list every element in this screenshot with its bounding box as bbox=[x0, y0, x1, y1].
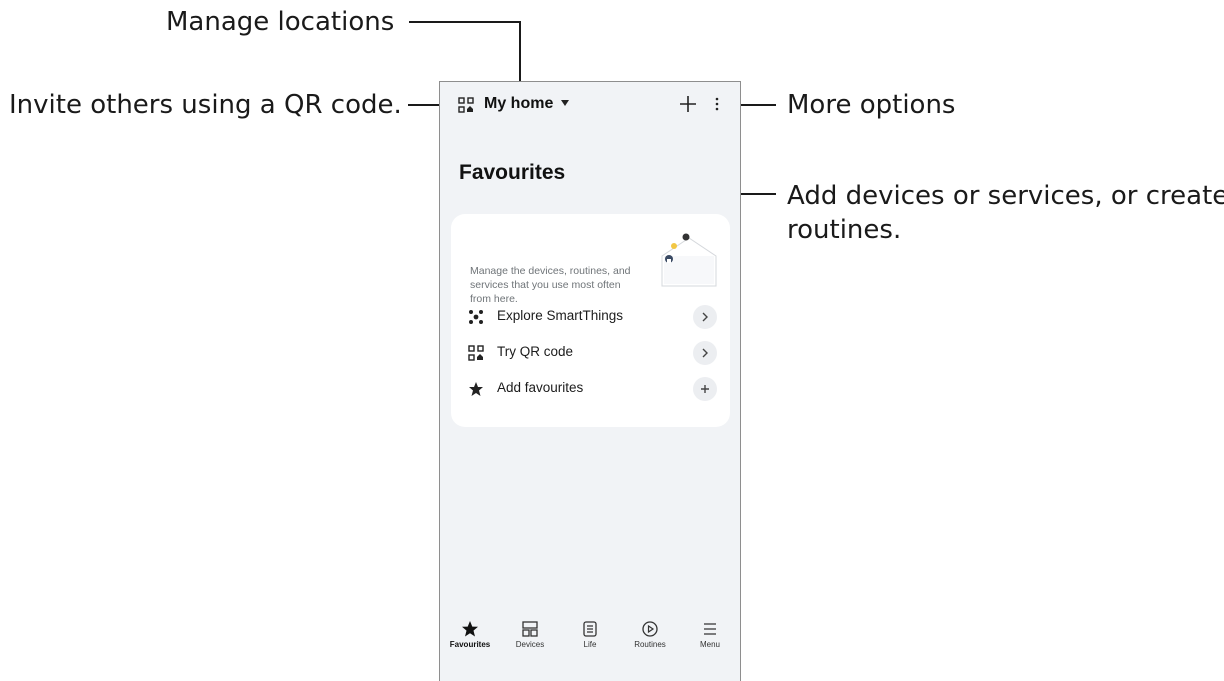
add-favourites-button[interactable] bbox=[693, 377, 717, 401]
devices-icon bbox=[522, 621, 538, 637]
life-icon bbox=[583, 621, 597, 637]
list-item[interactable]: Explore SmartThings bbox=[451, 302, 730, 332]
list-item-label: Add favourites bbox=[497, 380, 584, 395]
nav-label: Routines bbox=[634, 640, 666, 649]
page-title: Favourites bbox=[459, 161, 566, 184]
chevron-right-button[interactable] bbox=[693, 341, 717, 365]
callout-more-options: More options bbox=[787, 90, 956, 120]
list-item[interactable]: Add favourites bbox=[451, 374, 730, 404]
routines-icon bbox=[642, 621, 658, 637]
leader-line-manage-locations bbox=[409, 21, 521, 23]
home-illustration-icon bbox=[661, 233, 717, 287]
list-item[interactable]: Try QR code bbox=[451, 338, 730, 368]
nav-item-favourites[interactable]: Favourites bbox=[440, 620, 500, 649]
callout-invite-qr: Invite others using a QR code. bbox=[9, 90, 402, 120]
list-item-label: Try QR code bbox=[497, 344, 574, 359]
callout-add-devices-line2: routines. bbox=[787, 215, 902, 245]
nav-label: Devices bbox=[515, 640, 545, 649]
nav-label: Favourites bbox=[449, 640, 491, 649]
menu-icon bbox=[704, 623, 716, 635]
list-item-label: Explore SmartThings bbox=[497, 308, 624, 323]
chevron-right-icon bbox=[702, 348, 708, 358]
bottom-navigation: Favourites Devices Life Routines Menu bbox=[440, 620, 740, 670]
phone-screen: My home Favourites Manage the devices, r… bbox=[439, 81, 741, 681]
plus-icon[interactable] bbox=[679, 95, 697, 113]
qr-code-icon[interactable] bbox=[458, 97, 474, 113]
card-description: Manage the devices, routines, and servic… bbox=[470, 265, 631, 305]
nav-item-life[interactable]: Life bbox=[560, 620, 620, 649]
callout-manage-locations: Manage locations bbox=[166, 7, 395, 37]
nav-label: Life bbox=[583, 640, 597, 649]
more-vertical-icon[interactable] bbox=[714, 95, 720, 113]
qr-code-icon bbox=[468, 345, 484, 361]
nav-item-menu[interactable]: Menu bbox=[680, 620, 740, 649]
caret-down-icon[interactable] bbox=[561, 100, 569, 106]
favourites-card: Manage the devices, routines, and servic… bbox=[451, 214, 730, 427]
nav-item-devices[interactable]: Devices bbox=[500, 620, 560, 649]
chevron-right-button[interactable] bbox=[693, 305, 717, 329]
star-icon bbox=[462, 621, 478, 637]
nav-item-routines[interactable]: Routines bbox=[620, 620, 680, 649]
star-icon bbox=[469, 382, 483, 396]
callout-add-devices-line1: Add devices or services, or create bbox=[787, 181, 1224, 211]
chevron-right-icon bbox=[702, 312, 708, 322]
location-title[interactable]: My home bbox=[484, 95, 553, 113]
top-app-bar: My home bbox=[440, 82, 740, 128]
nav-label: Menu bbox=[699, 640, 720, 649]
smartthings-icon bbox=[469, 310, 483, 324]
plus-icon bbox=[701, 385, 709, 393]
